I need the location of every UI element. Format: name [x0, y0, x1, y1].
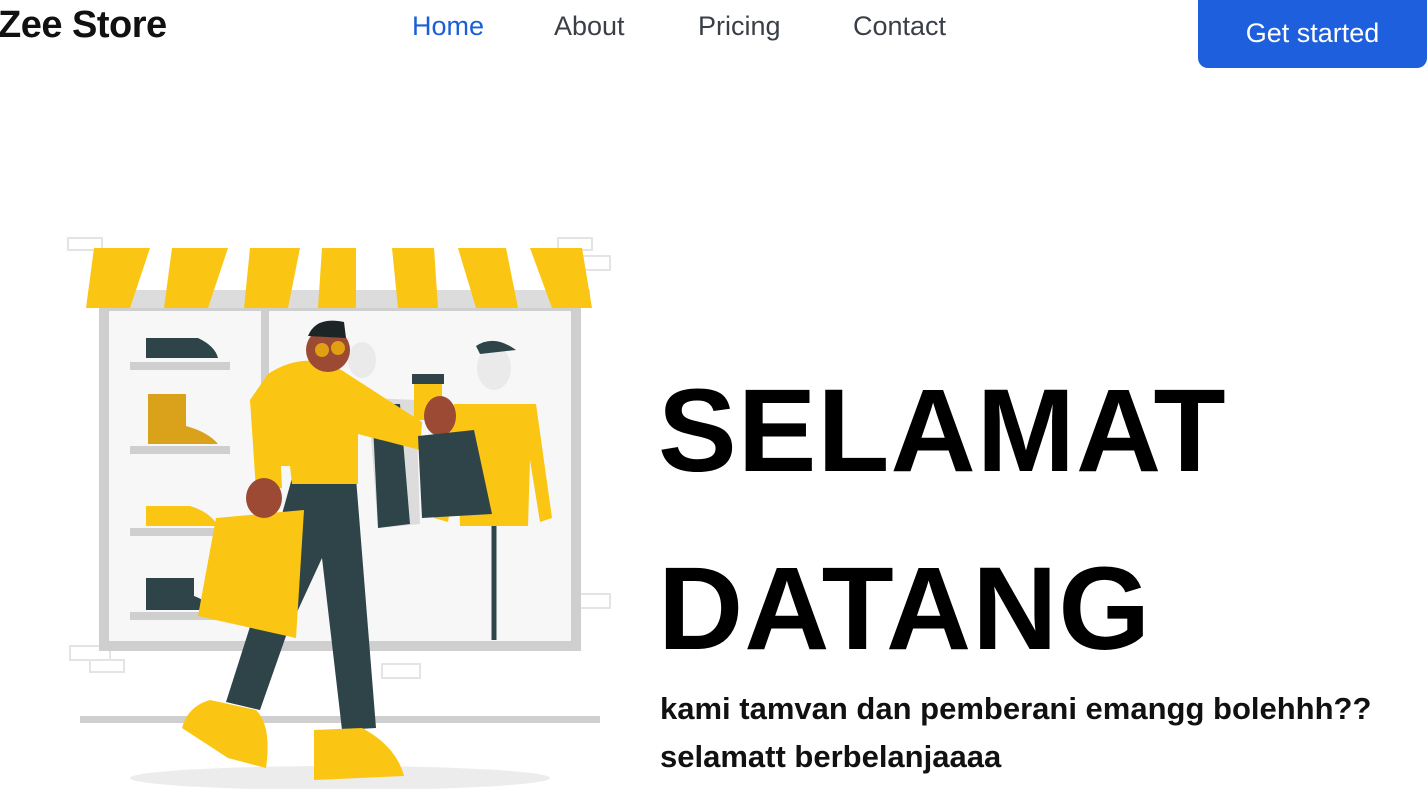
- hero-tagline-line1: kami tamvan dan pemberani emangg bolehhh…: [660, 691, 1372, 726]
- hero-tagline-line2: selamatt berbelanjaaaa: [660, 739, 1002, 774]
- get-started-button[interactable]: Get started: [1198, 0, 1427, 68]
- hero-tagline: kami tamvan dan pemberani emangg bolehhh…: [660, 685, 1420, 781]
- hero-title-line2: DATANG: [658, 543, 1152, 675]
- nav-pricing-link[interactable]: Pricing: [698, 11, 781, 42]
- nav-home-link[interactable]: Home: [412, 11, 484, 42]
- brand-logo[interactable]: Zee Store: [0, 4, 167, 47]
- shopping-illustration: [67, 237, 611, 789]
- hero-title-line1: SELAMAT: [658, 365, 1227, 497]
- awning: [86, 248, 592, 308]
- nav-contact-link[interactable]: Contact: [853, 11, 946, 42]
- hero-headline: SELAMAT DATANG: [658, 342, 1358, 698]
- nav-about-link[interactable]: About: [554, 11, 625, 42]
